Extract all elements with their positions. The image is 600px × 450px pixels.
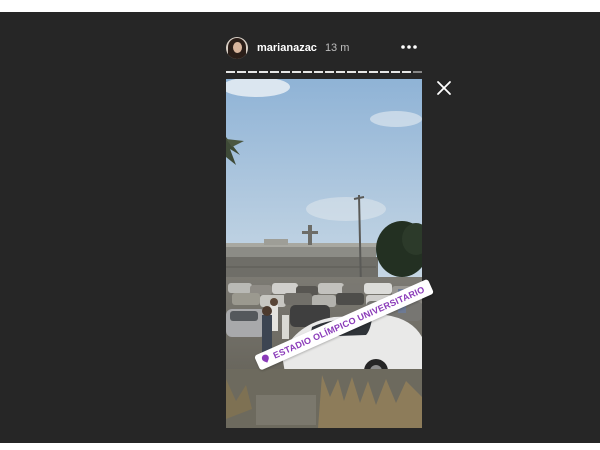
location-pin-icon [260,353,270,363]
progress-segment [358,71,367,73]
timestamp: 13 m [324,42,350,54]
progress-segment [325,71,334,73]
progress-segment [314,71,323,73]
progress-segment [237,71,246,73]
progress-segment [270,71,279,73]
stadium-parking-photo [226,79,422,428]
progress-segment [413,71,422,73]
progress-segment [391,71,400,73]
avatar-face [233,42,242,53]
story-header: marianazac 13 m [226,34,422,62]
progress-segment [226,71,235,73]
progress-segment [259,71,268,73]
progress-segment [347,71,356,73]
close-icon[interactable] [436,80,452,96]
progress-segment [336,71,345,73]
progress-segment [380,71,389,73]
avatar[interactable] [226,37,248,59]
progress-segment [281,71,290,73]
story-progress-bar [226,71,422,73]
more-options-icon[interactable] [398,36,420,58]
story-photo[interactable] [226,79,422,428]
more-options-glyph [401,45,417,49]
username[interactable]: marianazac [257,42,317,54]
progress-segment [292,71,301,73]
progress-segment [369,71,378,73]
progress-segment [303,71,312,73]
progress-segment [248,71,257,73]
progress-segment [402,71,411,73]
